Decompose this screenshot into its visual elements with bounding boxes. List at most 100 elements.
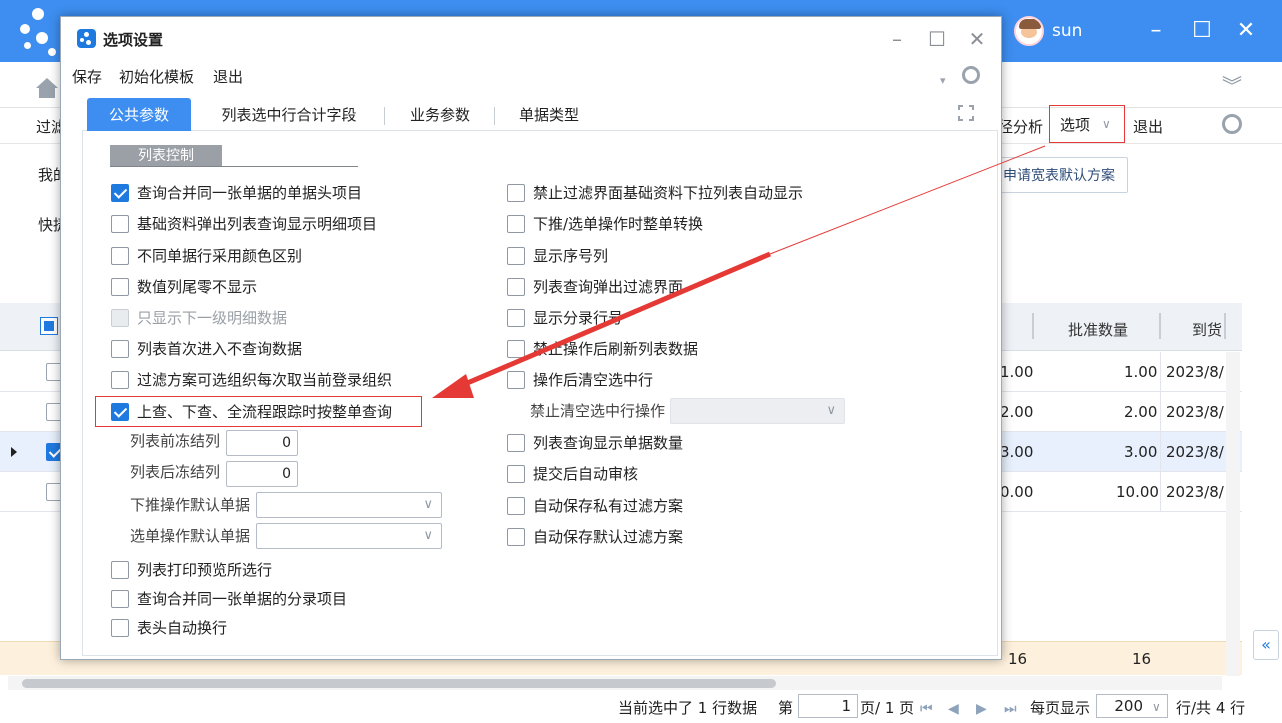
dialog-close-icon[interactable]: ✕ — [965, 27, 989, 51]
column-separator[interactable] — [1159, 313, 1161, 339]
last-page-icon[interactable]: ⏭ — [1004, 701, 1017, 717]
push-default-dropdown[interactable]: ∨ — [256, 492, 442, 518]
default-scheme-button[interactable]: 申请宽表默认方案 — [990, 157, 1128, 193]
opt-clear-selection[interactable]: 操作后清空选中行 — [507, 369, 653, 390]
user-name: sun — [1052, 21, 1083, 41]
opt-no-auto-dropdown[interactable]: 禁止过滤界面基础资料下拉列表自动显示 — [507, 182, 803, 203]
toolbar-options-dropdown[interactable]: 选项 ∨ — [1049, 105, 1125, 143]
opt-merge-entries[interactable]: 查询合并同一张单据的分录项目 — [111, 588, 347, 609]
menu-exit[interactable]: 退出 — [213, 66, 243, 87]
opt-save-private-filter[interactable]: 自动保存私有过滤方案 — [507, 495, 683, 516]
column-arrival[interactable]: 到货 — [1192, 319, 1222, 340]
dialog-maximize-icon[interactable]: ☐ — [925, 27, 949, 51]
checkbox[interactable] — [111, 246, 129, 265]
checkbox[interactable] — [507, 246, 525, 265]
menu-more-icon[interactable]: ▾ — [940, 74, 946, 87]
maximize-icon[interactable]: ☐ — [1188, 18, 1216, 44]
checkbox[interactable] — [507, 370, 525, 389]
option-label: 查询合并同一张单据的分录项目 — [137, 590, 348, 608]
dialog-gear-icon[interactable] — [962, 66, 980, 84]
table-cell: 2023/8/ — [1166, 363, 1224, 381]
checkbox[interactable] — [507, 214, 525, 233]
table-cell: 1.00 — [1000, 363, 1034, 381]
select-all-checkbox[interactable] — [40, 317, 58, 335]
collapse-panel-icon[interactable]: « — [1253, 630, 1279, 660]
checkbox[interactable] — [111, 618, 129, 637]
checkbox[interactable] — [111, 560, 129, 579]
chevron-down-icon: ∨ — [423, 497, 433, 512]
checkbox[interactable] — [111, 339, 129, 358]
dialog-titlebar[interactable] — [61, 17, 1001, 59]
menu-save[interactable]: 保存 — [72, 66, 102, 87]
checkbox[interactable] — [507, 277, 525, 296]
toolbar-exit[interactable]: 退出 — [1133, 116, 1163, 137]
column-approved-qty[interactable]: 批准数量 — [1068, 319, 1128, 340]
checkbox[interactable] — [111, 183, 129, 202]
dialog-minimize-icon[interactable]: – — [885, 27, 909, 51]
horizontal-scrollbar[interactable] — [8, 676, 1222, 690]
double-chevron-down-icon[interactable]: ︾ — [1222, 70, 1242, 99]
opt-no-initial-query[interactable]: 列表首次进入不查询数据 — [111, 338, 302, 359]
option-label: 基础资料弹出列表查询显示明细项目 — [137, 215, 378, 233]
opt-current-org[interactable]: 过滤方案可选组织每次取当前登录组织 — [111, 369, 392, 390]
chevron-down-icon: ∨ — [423, 528, 433, 543]
option-label: 提交后自动审核 — [533, 465, 639, 483]
table-cell: 3.00 — [1124, 443, 1158, 461]
prev-page-icon[interactable]: ◀ — [948, 701, 959, 717]
toolbar-analysis[interactable]: 径分析 — [998, 116, 1043, 137]
checkbox[interactable] — [111, 277, 129, 296]
close-icon[interactable]: ✕ — [1232, 18, 1260, 44]
checkbox[interactable] — [507, 527, 525, 546]
opt-whole-doc-convert[interactable]: 下推/选单操作时整单转换 — [507, 213, 703, 234]
column-separator[interactable] — [1032, 313, 1034, 339]
freeze-before-input[interactable]: 0 — [226, 430, 298, 456]
checkbox[interactable] — [111, 370, 129, 389]
home-icon[interactable] — [36, 78, 58, 98]
group-title-list-control: 列表控制 — [110, 145, 222, 167]
checkbox[interactable] — [507, 496, 525, 515]
opt-no-refresh[interactable]: 禁止操作后刷新列表数据 — [507, 338, 698, 359]
option-label: 表头自动换行 — [137, 619, 228, 637]
minimize-icon[interactable]: – — [1142, 18, 1170, 44]
next-page-icon[interactable]: ▶ — [976, 701, 987, 717]
checkbox[interactable] — [507, 464, 525, 483]
opt-merge-header[interactable]: 查询合并同一张单据的单据头项目 — [111, 182, 362, 203]
gear-icon[interactable] — [1222, 114, 1242, 134]
scrollbar-thumb[interactable] — [22, 679, 776, 688]
opt-auto-audit[interactable]: 提交后自动审核 — [507, 463, 638, 484]
opt-show-seq-col[interactable]: 显示序号列 — [507, 245, 608, 266]
cell-divider — [1160, 392, 1161, 432]
checkbox[interactable] — [507, 308, 525, 327]
page-number-input[interactable]: 1 — [798, 694, 858, 718]
opt-save-default-filter[interactable]: 自动保存默认过滤方案 — [507, 526, 683, 547]
first-page-icon[interactable]: ⏮ — [920, 701, 933, 717]
tab-document-types[interactable]: 单据类型 — [500, 98, 598, 131]
vertical-scrollbar[interactable] — [1226, 352, 1240, 676]
tab-common-params[interactable]: 公共参数 — [87, 98, 191, 131]
table-cell: 2.00 — [1000, 403, 1034, 421]
option-label: 数值列尾零不显示 — [137, 278, 258, 296]
fullscreen-icon[interactable] — [958, 105, 974, 121]
opt-header-wrap[interactable]: 表头自动换行 — [111, 617, 227, 638]
user-menu[interactable]: sun — [1014, 16, 1082, 46]
checkbox[interactable] — [111, 589, 129, 608]
menu-init-template[interactable]: 初始化模板 — [119, 66, 194, 87]
opt-print-preview-selected[interactable]: 列表打印预览所选行 — [111, 559, 272, 580]
checkbox[interactable] — [507, 183, 525, 202]
checkbox[interactable] — [507, 433, 525, 452]
freeze-after-label: 列表后冻结列 — [130, 463, 221, 481]
opt-basic-data-detail[interactable]: 基础资料弹出列表查询显示明细项目 — [111, 213, 377, 234]
opt-popup-filter[interactable]: 列表查询弹出过滤界面 — [507, 276, 683, 297]
freeze-after-input[interactable]: 0 — [226, 461, 298, 487]
column-separator[interactable] — [1224, 313, 1226, 339]
checkbox[interactable] — [111, 214, 129, 233]
opt-show-entry-no[interactable]: 显示分录行号 — [507, 307, 623, 328]
tab-business-params[interactable]: 业务参数 — [392, 98, 488, 131]
opt-trailing-zero[interactable]: 数值列尾零不显示 — [111, 276, 257, 297]
checkbox[interactable] — [507, 339, 525, 358]
tab-list-sum-fields[interactable]: 列表选中行合计字段 — [198, 98, 380, 131]
select-default-dropdown[interactable]: ∨ — [256, 523, 442, 549]
table-cell: 2023/8/ — [1166, 443, 1224, 461]
opt-row-color[interactable]: 不同单据行采用颜色区别 — [111, 245, 302, 266]
opt-show-doc-count[interactable]: 列表查询显示单据数量 — [507, 432, 683, 453]
